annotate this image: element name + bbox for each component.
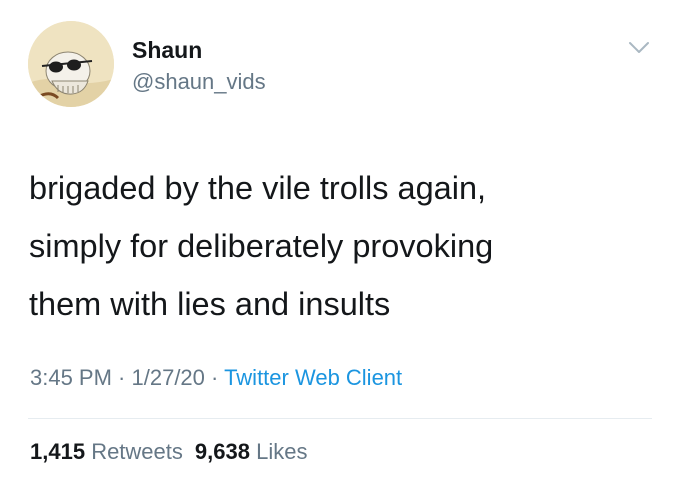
- tweet-stats: 1,415 Retweets 9,638 Likes: [30, 437, 650, 467]
- chevron-down-icon[interactable]: [626, 38, 652, 58]
- tweet-text-line: them with lies and insults: [29, 286, 391, 322]
- tweet-text-line: brigaded by the vile trolls again,: [29, 170, 487, 206]
- tweet-card: Shaun @shaun_vids brigaded by the vile t…: [0, 0, 680, 484]
- tweet-time[interactable]: 3:45 PM: [30, 365, 112, 390]
- skull-avatar-icon: [28, 21, 114, 107]
- retweets-count: 1,415: [30, 439, 86, 464]
- display-name[interactable]: Shaun: [132, 36, 202, 64]
- avatar[interactable]: [28, 21, 114, 107]
- tweet-source-link[interactable]: Twitter Web Client: [224, 365, 402, 390]
- retweets-stat[interactable]: 1,415 Retweets: [30, 439, 183, 464]
- likes-label: Likes: [256, 439, 308, 464]
- divider: [28, 418, 652, 419]
- tweet-text: brigaded by the vile trolls again, simpl…: [29, 159, 649, 333]
- likes-count: 9,638: [194, 439, 250, 464]
- tweet-date[interactable]: 1/27/20: [132, 365, 205, 390]
- likes-stat[interactable]: 9,638 Likes: [195, 439, 308, 464]
- tweet-text-line: simply for deliberately provoking: [29, 228, 494, 264]
- meta-separator: ·: [204, 365, 225, 390]
- meta-separator: ·: [111, 365, 132, 390]
- user-handle[interactable]: @shaun_vids: [132, 68, 266, 96]
- tweet-meta: 3:45 PM · 1/27/20 · Twitter Web Client: [30, 363, 650, 393]
- retweets-label: Retweets: [91, 439, 183, 464]
